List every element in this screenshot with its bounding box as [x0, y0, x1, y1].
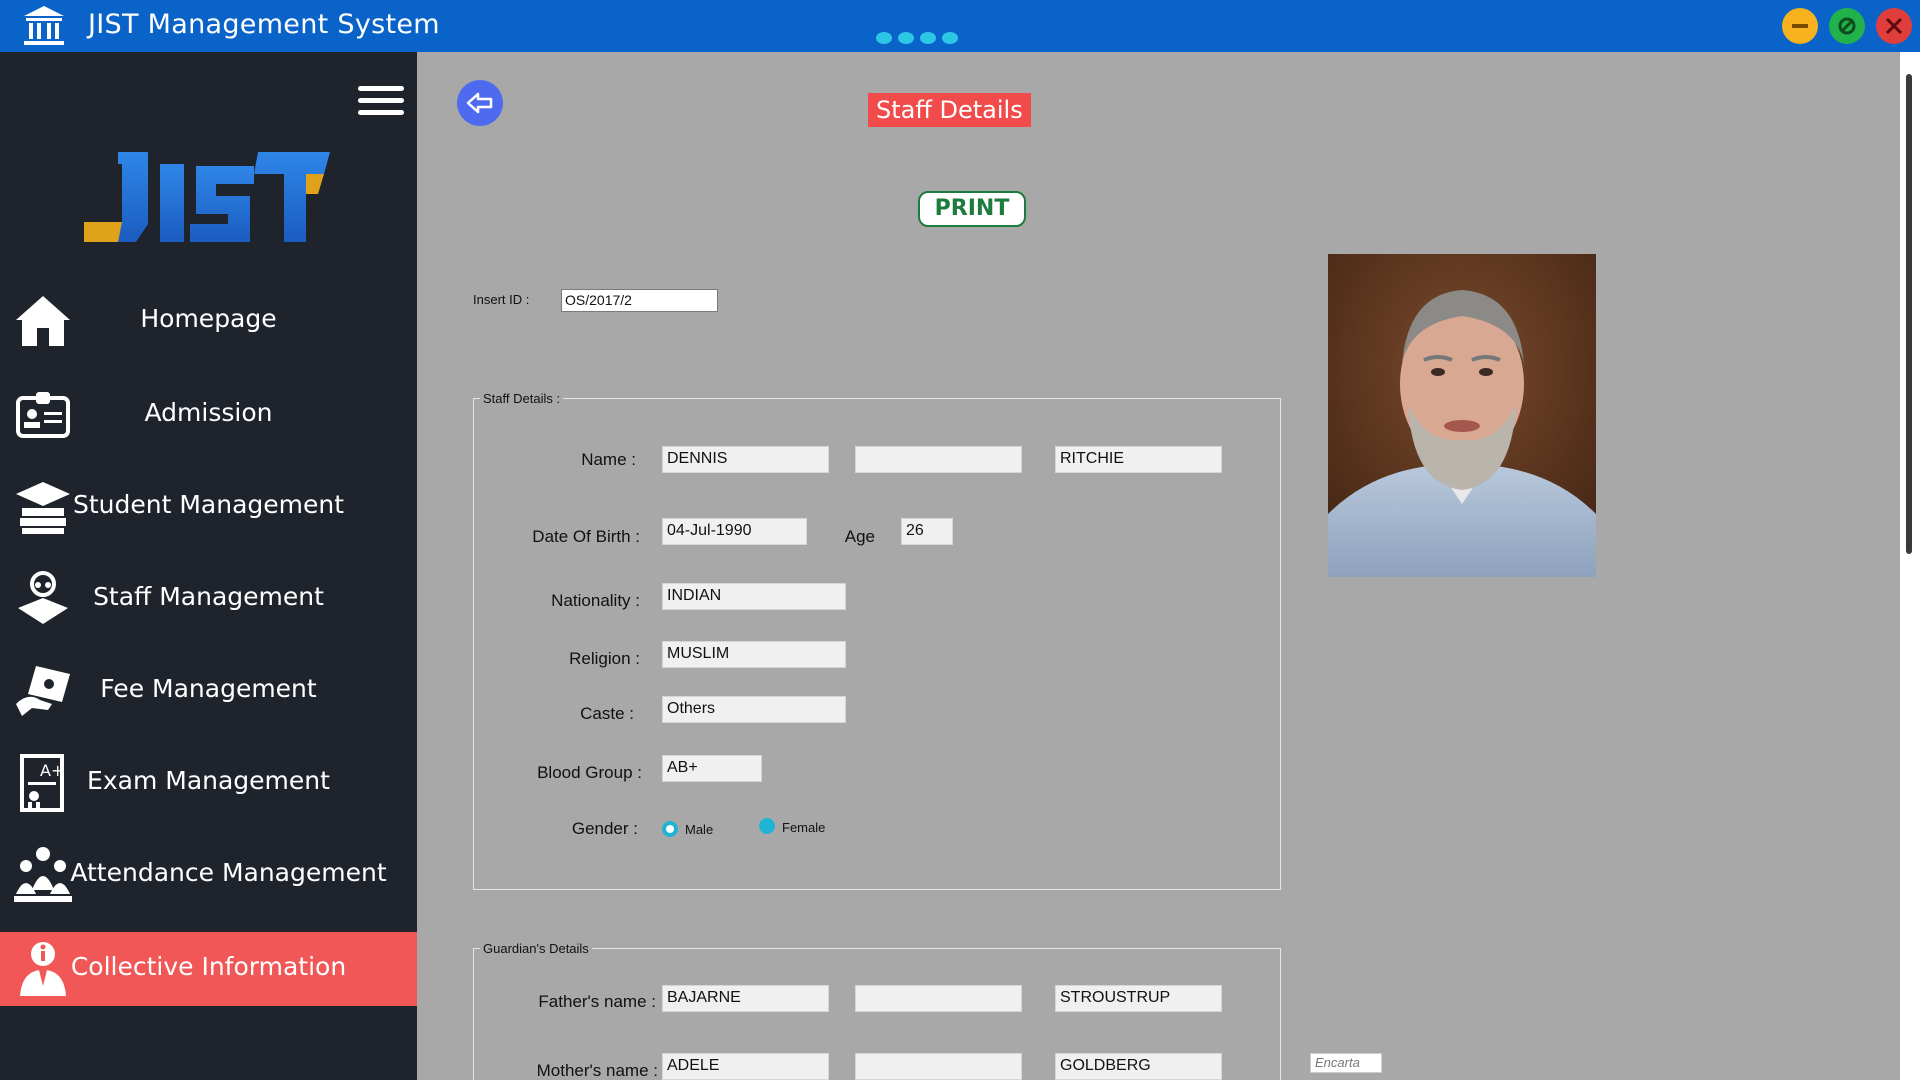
vertical-scrollbar[interactable]: [1900, 52, 1920, 1080]
religion-label: Religion :: [569, 649, 640, 668]
sidebar: Homepage Admission Student Management St…: [0, 52, 417, 1080]
dob-label: Date Of Birth :: [532, 527, 640, 546]
sidebar-item-homepage[interactable]: Homepage: [0, 284, 417, 358]
portrait-image: [1328, 254, 1596, 577]
sidebar-item-label: Homepage: [140, 304, 277, 333]
sidebar-item-label: Attendance Management: [70, 858, 387, 887]
minimize-button[interactable]: [1782, 8, 1818, 44]
gender-male-radio[interactable]: [662, 821, 678, 837]
hamburger-menu-icon[interactable]: [358, 86, 404, 120]
sidebar-item-collective-information[interactable]: Collective Information: [0, 932, 417, 1006]
last-name-field[interactable]: RITCHIE: [1055, 446, 1222, 473]
nationality-field[interactable]: INDIAN: [662, 583, 846, 610]
blood-group-label: Blood Group :: [537, 763, 642, 782]
father-name-label: Father's name :: [538, 992, 656, 1011]
insert-id-input[interactable]: OS/2017/2: [561, 289, 718, 312]
sidebar-item-label: Student Management: [72, 490, 345, 519]
gender-female-label: Female: [782, 820, 826, 835]
title-bar: JIST Management System: [0, 0, 1920, 52]
father-first-name-field[interactable]: BAJARNE: [662, 985, 829, 1012]
gender-label: Gender :: [571, 819, 638, 838]
staff-photo: [1328, 254, 1596, 577]
father-last-name-field[interactable]: STROUSTRUP: [1055, 985, 1222, 1012]
sidebar-item-label: Staff Management: [93, 582, 324, 611]
scrollbar-thumb[interactable]: [1906, 74, 1912, 554]
age-field[interactable]: 26: [901, 518, 953, 545]
sidebar-item-label: Exam Management: [87, 766, 330, 795]
gender-female-radio[interactable]: [759, 818, 775, 834]
print-button[interactable]: PRINT: [918, 191, 1026, 227]
minus-icon: [1792, 24, 1808, 28]
sidebar-item-admission[interactable]: Admission: [0, 378, 417, 452]
sidebar-item-attendance-management[interactable]: Attendance Management: [0, 838, 417, 912]
insert-id-label: Insert ID :: [473, 292, 530, 307]
sidebar-item-label: Collective Information: [70, 952, 347, 981]
mother-name-label: Mother's name :: [536, 1061, 658, 1080]
mother-last-name-field[interactable]: GOLDBERG: [1055, 1053, 1222, 1080]
staff-details-group-title: Staff Details :: [480, 391, 564, 406]
father-middle-name-field[interactable]: [855, 985, 1022, 1012]
bank-building-icon: [24, 6, 64, 45]
encarta-watermark: Encarta: [1310, 1053, 1382, 1073]
middle-name-field[interactable]: [855, 446, 1022, 473]
jist-logo: [84, 152, 330, 242]
caste-field[interactable]: Others: [662, 696, 846, 723]
caste-label: Caste :: [580, 704, 634, 723]
sidebar-item-fee-management[interactable]: Fee Management: [0, 654, 417, 728]
sidebar-item-label: Admission: [144, 398, 273, 427]
mother-first-name-field[interactable]: ADELE: [662, 1053, 829, 1080]
sidebar-item-staff-management[interactable]: Staff Management: [0, 562, 417, 636]
sidebar-item-exam-management[interactable]: A+ Exam Management: [0, 746, 417, 820]
loading-dots-icon: [876, 32, 958, 44]
blood-group-field[interactable]: AB+: [662, 755, 762, 782]
sidebar-item-label: Fee Management: [100, 674, 317, 703]
dob-field[interactable]: 04-Jul-1990: [662, 518, 807, 545]
close-icon: [1885, 17, 1903, 35]
maximize-button[interactable]: [1829, 8, 1865, 44]
back-arrow-icon: [466, 92, 493, 114]
back-button[interactable]: [457, 80, 503, 126]
name-label: Name :: [581, 450, 636, 469]
close-button[interactable]: [1876, 8, 1912, 44]
age-label: Age: [844, 527, 875, 546]
window-title: JIST Management System: [88, 9, 440, 40]
guardian-details-group-title: Guardian's Details: [480, 941, 592, 956]
sidebar-item-student-management[interactable]: Student Management: [0, 470, 417, 544]
maximize-icon: [1838, 17, 1856, 35]
mother-middle-name-field[interactable]: [855, 1053, 1022, 1080]
nationality-label: Nationality :: [551, 591, 640, 610]
page-title: Staff Details: [868, 93, 1031, 127]
religion-field[interactable]: MUSLIM: [662, 641, 846, 668]
first-name-field[interactable]: DENNIS: [662, 446, 829, 473]
gender-male-label: Male: [685, 822, 714, 837]
